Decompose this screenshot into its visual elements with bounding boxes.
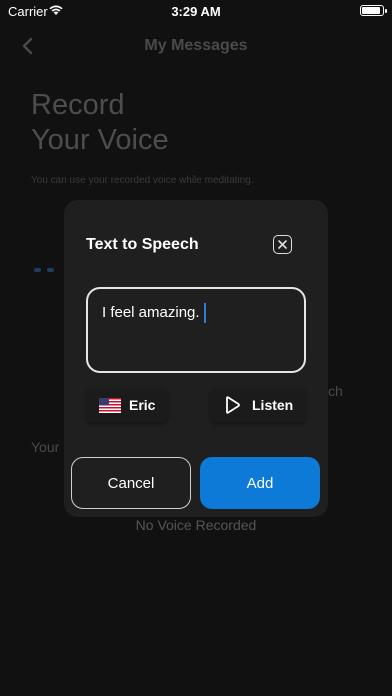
listen-label: Listen	[252, 397, 294, 413]
dialog-title: Text to Speech	[86, 236, 199, 253]
add-button[interactable]: Add	[200, 457, 320, 509]
listen-button[interactable]: Listen	[210, 388, 306, 422]
text-to-speech-dialog: Text to Speech I feel amazing. Eric List…	[64, 200, 328, 517]
nav-title: My Messages	[144, 37, 248, 54]
page-title-line2: Your Voice	[31, 124, 169, 156]
speech-text-value: I feel amazing.	[102, 303, 206, 323]
speech-text: I feel amazing.	[102, 303, 200, 321]
voice-label: Eric	[129, 397, 156, 413]
page-title-line1: Record	[31, 89, 125, 121]
partial-label-right: ch	[328, 383, 343, 399]
us-flag-icon	[99, 397, 121, 413]
no-voice-label: No Voice Recorded	[135, 517, 257, 533]
page-subtitle: You can use your recorded voice while me…	[31, 175, 254, 186]
play-icon	[226, 396, 240, 414]
cancel-button[interactable]: Cancel	[71, 457, 191, 509]
speech-text-input[interactable]: I feel amazing.	[86, 287, 306, 373]
waveform-indicator	[34, 259, 60, 277]
close-icon	[278, 240, 287, 249]
close-button[interactable]	[273, 235, 292, 254]
text-cursor	[203, 303, 206, 323]
partial-label-your: Your	[31, 439, 60, 455]
page-title: Record Your Voice	[31, 88, 169, 158]
voice-selector-button[interactable]: Eric	[86, 388, 168, 422]
